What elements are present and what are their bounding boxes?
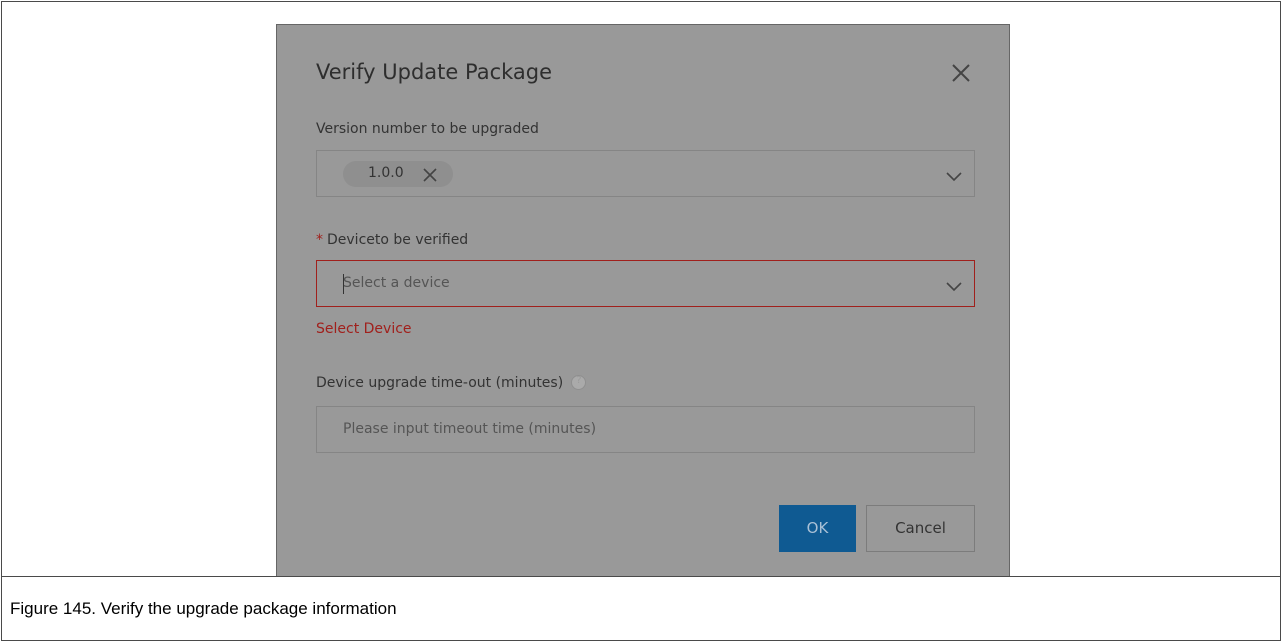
caption-bar: Figure 145. Verify the upgrade package i… bbox=[2, 576, 1280, 640]
version-tag: 1.0.0 bbox=[343, 161, 453, 187]
close-icon[interactable] bbox=[947, 59, 975, 87]
dialog-title: Verify Update Package bbox=[316, 60, 553, 84]
version-select[interactable]: 1.0.0 bbox=[316, 150, 975, 197]
timeout-label-text: Device upgrade time-out (minutes) bbox=[316, 375, 564, 391]
tag-remove-icon[interactable] bbox=[423, 167, 437, 182]
timeout-label: Device upgrade time-out (minutes) bbox=[316, 374, 587, 391]
cancel-button[interactable]: Cancel bbox=[866, 505, 975, 552]
figure-frame: Verify Update Package Version number to … bbox=[1, 1, 1281, 641]
chevron-down-icon[interactable] bbox=[946, 167, 962, 182]
device-label: * Deviceto be verified bbox=[316, 232, 468, 248]
help-icon[interactable] bbox=[571, 374, 587, 390]
required-mark: * bbox=[316, 232, 323, 248]
version-label: Version number to be upgraded bbox=[316, 121, 539, 137]
device-label-text: Deviceto be verified bbox=[327, 232, 469, 248]
timeout-input[interactable]: Please input timeout time (minutes) bbox=[316, 406, 975, 453]
device-error-message: Select Device bbox=[316, 321, 412, 337]
version-tag-text: 1.0.0 bbox=[368, 165, 404, 181]
verify-update-dialog: Verify Update Package Version number to … bbox=[276, 24, 1010, 577]
figure-caption: Figure 145. Verify the upgrade package i… bbox=[10, 599, 397, 618]
chevron-down-icon[interactable] bbox=[946, 277, 962, 292]
timeout-placeholder: Please input timeout time (minutes) bbox=[343, 421, 597, 437]
ok-button[interactable]: OK bbox=[779, 505, 856, 552]
device-select[interactable]: Select a device bbox=[316, 260, 975, 307]
device-placeholder: Select a device bbox=[343, 275, 450, 291]
